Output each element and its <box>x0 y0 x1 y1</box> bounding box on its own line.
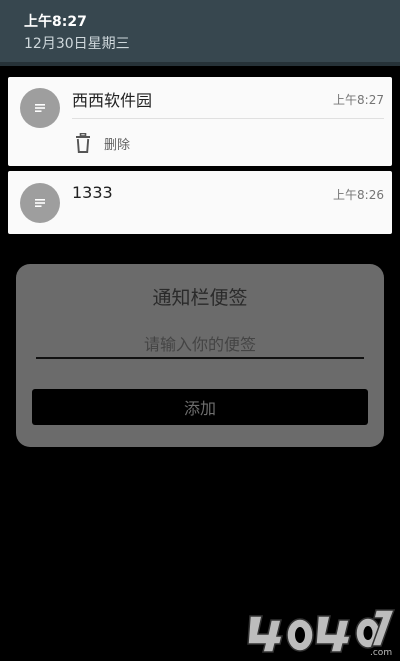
delete-action-label: 删除 <box>104 137 131 153</box>
shade-date: 12月30日星期三 <box>24 36 130 52</box>
notification-shade-header: 上午8:27 12月30日星期三 <box>0 0 400 64</box>
dialog-title: 通知栏便签 <box>152 287 248 309</box>
notification-time: 上午8:26 <box>333 188 384 202</box>
notification-title: 1333 <box>72 183 113 202</box>
notes-icon <box>20 88 60 128</box>
notification-time: 上午8:27 <box>333 93 384 107</box>
add-note-dialog: 通知栏便签 添加 <box>16 264 384 447</box>
delete-action-button[interactable]: 删除 <box>74 132 130 154</box>
shade-divider <box>0 62 400 66</box>
add-button[interactable]: 添加 <box>32 389 368 425</box>
notification-divider <box>72 118 384 119</box>
notification-title: 西西软件园 <box>72 91 153 110</box>
watermark-logo: .com <box>247 609 396 658</box>
trash-icon <box>76 133 90 153</box>
note-input[interactable] <box>36 332 364 359</box>
notification-card[interactable]: 1333 上午8:26 <box>8 171 392 234</box>
notification-card[interactable]: 西西软件园 上午8:27 删除 <box>8 77 392 166</box>
notes-icon <box>20 183 60 223</box>
shade-time: 上午8:27 <box>24 14 87 30</box>
svg-text:.com: .com <box>370 648 392 658</box>
